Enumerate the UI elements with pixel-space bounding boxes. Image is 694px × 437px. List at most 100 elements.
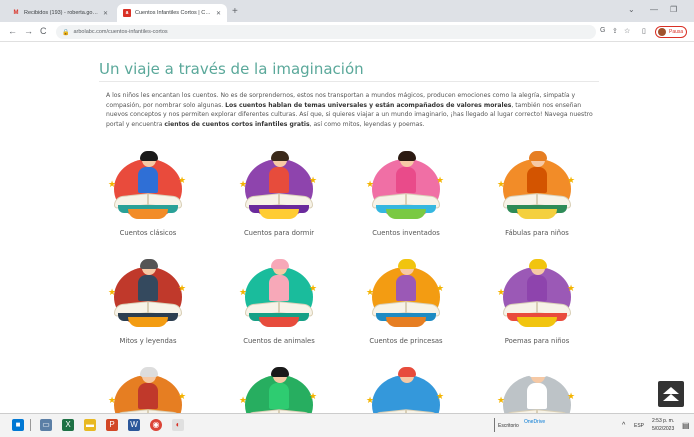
page-title: Un viaje a través de la imaginación xyxy=(99,60,364,78)
excel-icon[interactable]: X xyxy=(62,419,74,431)
category-card[interactable]: ★ ★ xyxy=(351,361,461,413)
clock-time[interactable]: 2:53 p. m. xyxy=(652,418,674,424)
word-icon[interactable]: W xyxy=(128,419,140,431)
desktop-toolbar-label[interactable]: Escritorio xyxy=(498,423,519,429)
category-illustration: ★ ★ xyxy=(497,253,577,333)
character-figure xyxy=(134,151,162,195)
category-card[interactable]: ★ ★ Fábulas para niños xyxy=(482,145,592,237)
share-icon[interactable]: ⇪ xyxy=(612,27,618,35)
browser-toolbar: ← → C 🔒 arbolabc.com/cuentos-infantiles-… xyxy=(0,22,694,42)
scroll-top-button[interactable] xyxy=(658,381,684,407)
star-icon: ★ xyxy=(366,179,375,189)
character-body xyxy=(527,167,547,193)
title-divider xyxy=(99,81,599,82)
category-illustration: ★ ★ xyxy=(366,253,446,333)
close-tab-icon[interactable]: ✕ xyxy=(103,10,108,17)
category-card[interactable]: ★ ★ xyxy=(224,361,334,413)
star-icon: ★ xyxy=(567,175,576,185)
category-card[interactable]: ★ ★ Cuentos de princesas xyxy=(351,253,461,345)
minimize-icon[interactable]: — xyxy=(650,5,658,14)
divider xyxy=(494,418,495,432)
book-base xyxy=(128,317,168,327)
category-label[interactable]: Cuentos inventados xyxy=(351,229,461,237)
tab-arbolabc[interactable]: a Cuentos Infantiles Cortos | Cuent... ✕ xyxy=(117,4,227,22)
character-body xyxy=(269,275,289,301)
tab-gmail[interactable]: M Recibidos (193) - roberta.gonzal... ✕ xyxy=(6,4,114,22)
category-label[interactable]: Poemas para niños xyxy=(482,337,592,345)
star-icon: ★ xyxy=(178,391,187,401)
character-figure xyxy=(392,151,420,195)
book-base xyxy=(386,317,426,327)
character-body xyxy=(269,167,289,193)
category-label[interactable]: Fábulas para niños xyxy=(482,229,592,237)
new-tab-button[interactable]: + xyxy=(232,6,238,17)
language-indicator[interactable]: ESP xyxy=(634,423,644,429)
category-label[interactable]: Cuentos para dormir xyxy=(224,229,334,237)
close-tab-icon[interactable]: ✕ xyxy=(216,10,221,17)
category-card[interactable]: ★ ★ xyxy=(482,361,592,413)
category-card[interactable]: ★ ★ Cuentos inventados xyxy=(351,145,461,237)
star-icon: ★ xyxy=(309,391,318,401)
star-icon: ★ xyxy=(366,395,375,405)
category-card[interactable]: ★ ★ Cuentos de animales xyxy=(224,253,334,345)
character-hair xyxy=(529,259,547,269)
star-icon: ★ xyxy=(239,179,248,189)
back-icon[interactable]: ← xyxy=(8,26,17,36)
category-card[interactable]: ★ ★ Mitos y leyendas xyxy=(93,253,203,345)
character-body xyxy=(138,383,158,409)
category-illustration: ★ ★ xyxy=(497,361,577,413)
star-icon: ★ xyxy=(178,175,187,185)
category-card[interactable]: ★ ★ xyxy=(93,361,203,413)
category-illustration: ★ ★ xyxy=(366,361,446,413)
sidepanel-icon[interactable]: ▯ xyxy=(642,27,646,35)
category-label[interactable]: Cuentos clásicos xyxy=(93,229,203,237)
lock-icon: 🔒 xyxy=(62,29,70,36)
forward-icon[interactable]: → xyxy=(24,26,33,36)
star-icon: ★ xyxy=(309,175,318,185)
powerpoint-icon[interactable]: P xyxy=(106,419,118,431)
category-card[interactable]: ★ ★ Poemas para niños xyxy=(482,253,592,345)
onedrive-label[interactable]: OneDrive xyxy=(524,419,545,425)
tab-title: Recibidos (193) - roberta.gonzal... xyxy=(24,10,100,16)
address-bar[interactable]: 🔒 arbolabc.com/cuentos-infantiles-cortos xyxy=(56,25,596,39)
character-body xyxy=(396,383,416,409)
character-figure xyxy=(134,367,162,411)
character-hair xyxy=(398,151,416,161)
windows-start-icon[interactable]: ■ xyxy=(12,419,24,431)
profile-label: Pausa xyxy=(669,29,684,35)
character-hair xyxy=(529,151,547,161)
category-illustration: ★ ★ xyxy=(239,361,319,413)
chevron-up-icon[interactable]: ^ xyxy=(622,422,625,429)
chrome-icon[interactable]: ◉ xyxy=(150,419,162,431)
star-icon: ★ xyxy=(366,287,375,297)
category-label[interactable]: Cuentos de princesas xyxy=(351,337,461,345)
book-base xyxy=(517,209,557,219)
bookmark-star-icon[interactable]: ☆ xyxy=(624,27,630,35)
file-explorer-icon[interactable]: ▬ xyxy=(84,419,96,431)
category-illustration: ★ ★ xyxy=(108,361,188,413)
google-icon[interactable]: G xyxy=(600,27,605,34)
chevron-down-icon[interactable]: ⌄ xyxy=(628,5,635,14)
gmail-icon: M xyxy=(13,10,19,16)
category-label[interactable]: Cuentos de animales xyxy=(224,337,334,345)
category-card[interactable]: ★ ★ Cuentos para dormir xyxy=(224,145,334,237)
restore-icon[interactable]: ❐ xyxy=(670,5,677,14)
character-figure xyxy=(392,367,420,411)
category-card[interactable]: ★ ★ Cuentos clásicos xyxy=(93,145,203,237)
clock-date[interactable]: 5/02/2023 xyxy=(652,426,674,432)
notification-icon[interactable]: ▤ xyxy=(682,421,690,430)
character-hair xyxy=(271,151,289,161)
category-label[interactable]: Mitos y leyendas xyxy=(93,337,203,345)
character-hair xyxy=(398,259,416,269)
book-base xyxy=(386,209,426,219)
intro-paragraph: A los niños les encantan los cuentos. No… xyxy=(106,91,601,130)
character-body xyxy=(269,383,289,409)
character-hair xyxy=(140,151,158,161)
divider xyxy=(30,419,31,431)
character-figure xyxy=(265,259,293,303)
profile-button[interactable]: Pausa xyxy=(655,26,687,38)
edge-icon[interactable]: ◐ xyxy=(172,419,184,431)
character-hair xyxy=(140,367,158,377)
reload-icon[interactable]: C xyxy=(40,26,47,36)
taskview-icon[interactable]: ▭ xyxy=(40,419,52,431)
